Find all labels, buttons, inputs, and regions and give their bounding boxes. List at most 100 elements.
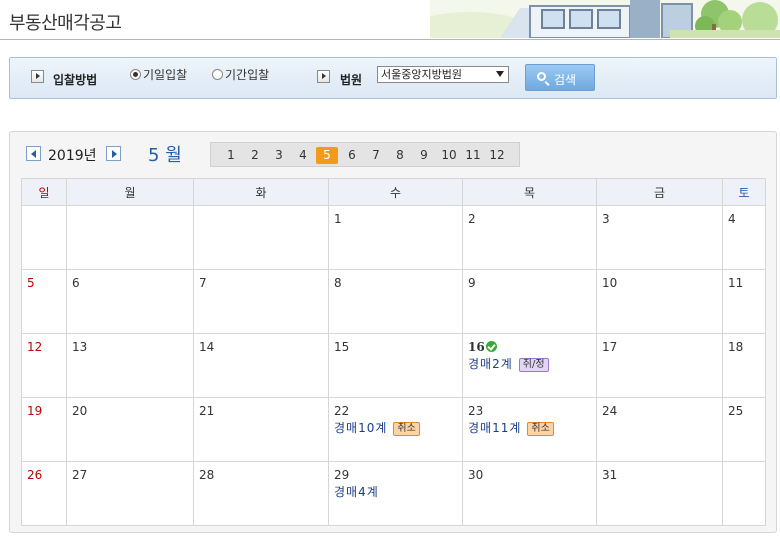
- month-link-5[interactable]: 5: [316, 147, 338, 164]
- day-number: 23: [468, 404, 484, 418]
- search-button-label: 검색: [554, 73, 577, 87]
- bid-method-label: 입찰방법: [53, 73, 98, 87]
- month-link-6[interactable]: 6: [341, 147, 363, 164]
- calendar-day-cell[interactable]: 29 경매4계: [328, 461, 463, 526]
- next-year-button[interactable]: [106, 146, 121, 161]
- day-number: 13: [72, 340, 88, 354]
- auction-event-link[interactable]: 경매4계: [334, 483, 457, 500]
- calendar-day-cell: 10: [596, 269, 723, 334]
- calendar-week-row: 19 20 21 22 경매10계 취소 23 경매11계 취소 24 25: [21, 397, 766, 462]
- calendar-day-cell[interactable]: 22 경매10계 취소: [328, 397, 463, 462]
- month-link-4[interactable]: 4: [292, 147, 314, 164]
- month-link-11[interactable]: 11: [462, 147, 484, 164]
- calendar-day-cell: 28: [193, 461, 329, 526]
- day-number: 9: [468, 276, 476, 290]
- calendar-day-cell: 30: [462, 461, 597, 526]
- day-number: 1: [334, 212, 342, 226]
- month-link-10[interactable]: 10: [438, 147, 460, 164]
- day-number: 14: [199, 340, 215, 354]
- auction-event-link[interactable]: 경매10계 취소: [334, 419, 457, 436]
- prev-year-button[interactable]: [26, 146, 41, 161]
- day-number: 5: [27, 276, 35, 290]
- court-select[interactable]: 서울중앙지방법원: [377, 66, 509, 83]
- year-label: 2019년: [48, 148, 97, 164]
- check-circle-icon: [485, 341, 497, 352]
- day-number: 22: [334, 404, 350, 418]
- weekday-header: 화: [193, 178, 329, 206]
- arrow-bullet-icon: [317, 70, 330, 83]
- day-number: 6: [72, 276, 80, 290]
- calendar-day-cell: 1: [328, 205, 463, 270]
- month-selector: 1 2 3 4 5 6 7 8 9 10 11 12: [210, 142, 520, 167]
- day-number: 3: [602, 212, 610, 226]
- arrow-bullet-icon: [31, 70, 44, 83]
- month-link-3[interactable]: 3: [268, 147, 290, 164]
- day-number: 25: [728, 404, 744, 418]
- calendar-day-cell[interactable]: 16 경매2계 취/정: [462, 333, 597, 398]
- radio-period-bid-label[interactable]: 기간입찰: [225, 66, 269, 83]
- month-link-9[interactable]: 9: [413, 147, 435, 164]
- court-label: 법원: [340, 73, 363, 87]
- day-number: 12: [27, 340, 43, 354]
- calendar-day-cell: 19: [21, 397, 67, 462]
- radio-date-bid-label[interactable]: 기일입찰: [143, 66, 187, 83]
- day-number: 2: [468, 212, 476, 226]
- auction-event-link[interactable]: 경매2계 취/정: [468, 355, 591, 372]
- calendar-week-row: 5 6 7 8 9 10 11: [21, 269, 766, 334]
- calendar-day-cell: 17: [596, 333, 723, 398]
- page-title: 부동산매각공고: [9, 13, 122, 34]
- calendar-day-cell: 3: [596, 205, 723, 270]
- day-number: 4: [728, 212, 736, 226]
- day-number: 8: [334, 276, 342, 290]
- calendar-day-cell: [722, 461, 766, 526]
- weekday-header: 수: [328, 178, 463, 206]
- calendar-day-cell: 9: [462, 269, 597, 334]
- status-badge: 취/정: [518, 358, 549, 372]
- calendar-day-cell: 21: [193, 397, 329, 462]
- weekday-header: 토: [722, 178, 766, 206]
- court-select-value: 서울중앙지방법원: [381, 68, 462, 81]
- search-button[interactable]: 검색: [525, 64, 595, 91]
- status-badge: 취소: [527, 422, 554, 436]
- month-link-2[interactable]: 2: [244, 147, 266, 164]
- weekday-header: 목: [462, 178, 597, 206]
- weekday-header: 월: [66, 178, 194, 206]
- calendar-grid: 일월화수목금토 1 2 3 4 5 6 7 8 9 10 11 12 13 14 15 16 경매2계 취/정 17…: [21, 178, 766, 526]
- calendar-day-cell: 26: [21, 461, 67, 526]
- day-number: 10: [602, 276, 618, 290]
- month-link-12[interactable]: 12: [486, 147, 508, 164]
- radio-period-bid[interactable]: [212, 69, 223, 80]
- auction-event-link[interactable]: 경매11계 취소: [468, 419, 591, 436]
- calendar-day-cell: 15: [328, 333, 463, 398]
- month-link-8[interactable]: 8: [389, 147, 411, 164]
- day-number: 26: [27, 468, 43, 482]
- calendar-day-cell: 2: [462, 205, 597, 270]
- day-number: 11: [728, 276, 744, 290]
- calendar-day-cell: [21, 205, 67, 270]
- calendar-day-cell: 6: [66, 269, 194, 334]
- weekday-header: 일: [21, 178, 67, 206]
- day-number: 31: [602, 468, 618, 482]
- day-number: 20: [72, 404, 88, 418]
- page-header: 부동산매각공고: [0, 0, 780, 40]
- calendar-day-cell: 4: [722, 205, 766, 270]
- day-number: 21: [199, 404, 215, 418]
- radio-date-bid[interactable]: [130, 69, 141, 80]
- calendar-day-cell[interactable]: 23 경매11계 취소: [462, 397, 597, 462]
- calendar-day-cell: 18: [722, 333, 766, 398]
- status-badge: 취소: [393, 422, 420, 436]
- calendar-day-cell: 13: [66, 333, 194, 398]
- calendar-day-cell: [66, 205, 194, 270]
- calendar-day-cell: 27: [66, 461, 194, 526]
- day-number: 18: [728, 340, 744, 354]
- calendar-week-row: 26 27 28 29 경매4계 30 31: [21, 461, 766, 526]
- chevron-down-icon: [496, 71, 504, 77]
- month-link-7[interactable]: 7: [365, 147, 387, 164]
- month-link-1[interactable]: 1: [220, 147, 242, 164]
- search-bar: 입찰방법 기일입찰 기간입찰 법원 서울중앙지방법원 검색: [9, 57, 777, 99]
- calendar-week-row: 12 13 14 15 16 경매2계 취/정 17 18: [21, 333, 766, 398]
- day-number: 29: [334, 468, 350, 482]
- day-number: 24: [602, 404, 618, 418]
- calendar-day-cell: 11: [722, 269, 766, 334]
- search-icon: [537, 72, 546, 81]
